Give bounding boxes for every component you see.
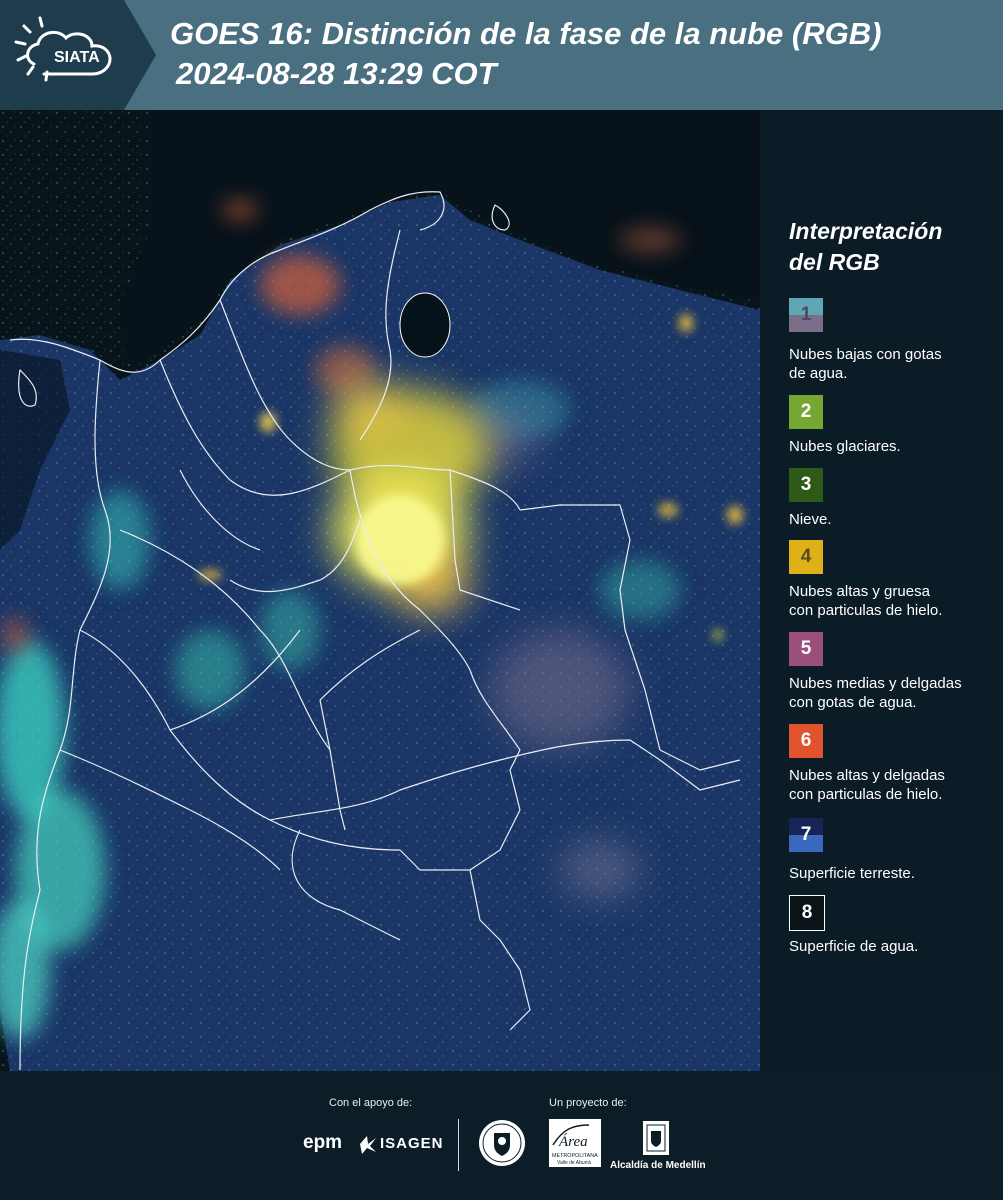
legend-label-line2: de agua. xyxy=(789,365,848,382)
legend-swatch-5: 5 xyxy=(789,632,823,666)
legend-number: 3 xyxy=(800,474,812,495)
legend-label-1: Nubes bajas con gotas de agua. xyxy=(789,345,999,383)
legend-panel: Interpretación del RGB 1 Nubes bajas con … xyxy=(761,110,1003,1071)
page-title: GOES 16: Distinción de la fase de la nub… xyxy=(170,16,882,51)
isagen-text: ISAGEN xyxy=(380,1135,444,1152)
isagen-mark-icon xyxy=(360,1136,376,1154)
legend-swatch-3: 3 xyxy=(789,468,823,502)
legend-number: 7 xyxy=(800,824,812,845)
legend-label-6: Nubes altas y delgadas con particulas de … xyxy=(789,766,999,804)
legend-label-8: Superficie de agua. xyxy=(789,937,999,956)
legend-label-line1: Superficie de agua. xyxy=(789,938,919,955)
legend-swatch-1: 1 xyxy=(789,298,823,332)
legend-number: 1 xyxy=(800,304,812,325)
legend-label-line2: con particulas de hielo. xyxy=(789,786,943,803)
legend-swatch-4: 4 xyxy=(789,540,823,574)
legend-label-line2: con gotas de agua. xyxy=(789,694,917,711)
legend-label-line1: Nubes glaciares. xyxy=(789,438,901,455)
header-bar: SIATA GOES 16: Distinción de la fase de … xyxy=(0,0,1003,110)
support-label: Con el apoyo de: xyxy=(329,1097,413,1109)
legend-label-line2: con particulas de hielo. xyxy=(789,602,943,619)
legend-number: 5 xyxy=(800,638,812,659)
legend-label-line1: Nieve. xyxy=(789,511,832,528)
legend-swatch-2: 2 xyxy=(789,395,823,429)
legend-label-5: Nubes medias y delgadas con gotas de agua… xyxy=(789,674,999,712)
siata-logo: SIATA xyxy=(14,16,112,82)
legend-number: 8 xyxy=(801,902,813,923)
legend-swatch-7: 7 xyxy=(789,818,823,852)
svg-text:Valle de Aburrá: Valle de Aburrá xyxy=(557,1160,591,1166)
satellite-map xyxy=(0,110,760,1071)
svg-text:METROPOLITANA: METROPOLITANA xyxy=(552,1153,598,1159)
legend-number: 6 xyxy=(800,730,812,751)
legend-label-line1: Nubes altas y delgadas xyxy=(789,767,945,784)
legend-title-line1: Interpretación xyxy=(789,218,943,244)
legend-title: Interpretación del RGB xyxy=(789,216,942,278)
legend-label-4: Nubes altas y gruesa con particulas de hi… xyxy=(789,582,999,620)
government-seal-icon xyxy=(479,1120,525,1166)
alcaldia-text: Alcaldía de Medellín xyxy=(610,1160,706,1171)
legend-label-2: Nubes glaciares. xyxy=(789,437,999,456)
legend-number: 4 xyxy=(800,546,812,567)
legend-label-line1: Nubes medias y delgadas xyxy=(789,675,962,692)
epm-logo: epm xyxy=(303,1132,343,1153)
legend-label-line1: Superficie terreste. xyxy=(789,865,915,882)
project-label: Un proyecto de: xyxy=(549,1097,627,1109)
footer-divider xyxy=(458,1119,459,1171)
legend-label-3: Nieve. xyxy=(789,510,999,529)
header-chevron xyxy=(124,0,156,110)
logo-text: SIATA xyxy=(54,49,100,66)
legend-number: 2 xyxy=(800,401,812,422)
alcaldia-shield-icon xyxy=(643,1121,669,1155)
svg-text:Área: Área xyxy=(558,1133,588,1150)
legend-swatch-6: 6 xyxy=(789,724,823,758)
legend-label-line1: Nubes bajas con gotas xyxy=(789,346,942,363)
legend-title-line2: del RGB xyxy=(789,249,880,275)
isagen-logo: ISAGEN xyxy=(358,1132,444,1156)
footer: Con el apoyo de: Un proyecto de: epm ISA… xyxy=(0,1071,1003,1200)
page-timestamp: 2024-08-28 13:29 COT xyxy=(176,56,497,91)
alcaldia-logo: Alcaldía de Medellín xyxy=(610,1119,706,1173)
area-metropolitana-logo: Área METROPOLITANA Valle de Aburrá xyxy=(549,1119,601,1167)
legend-label-line1: Nubes altas y gruesa xyxy=(789,583,930,600)
legend-swatch-8: 8 xyxy=(789,895,825,931)
legend-label-7: Superficie terreste. xyxy=(789,864,999,883)
